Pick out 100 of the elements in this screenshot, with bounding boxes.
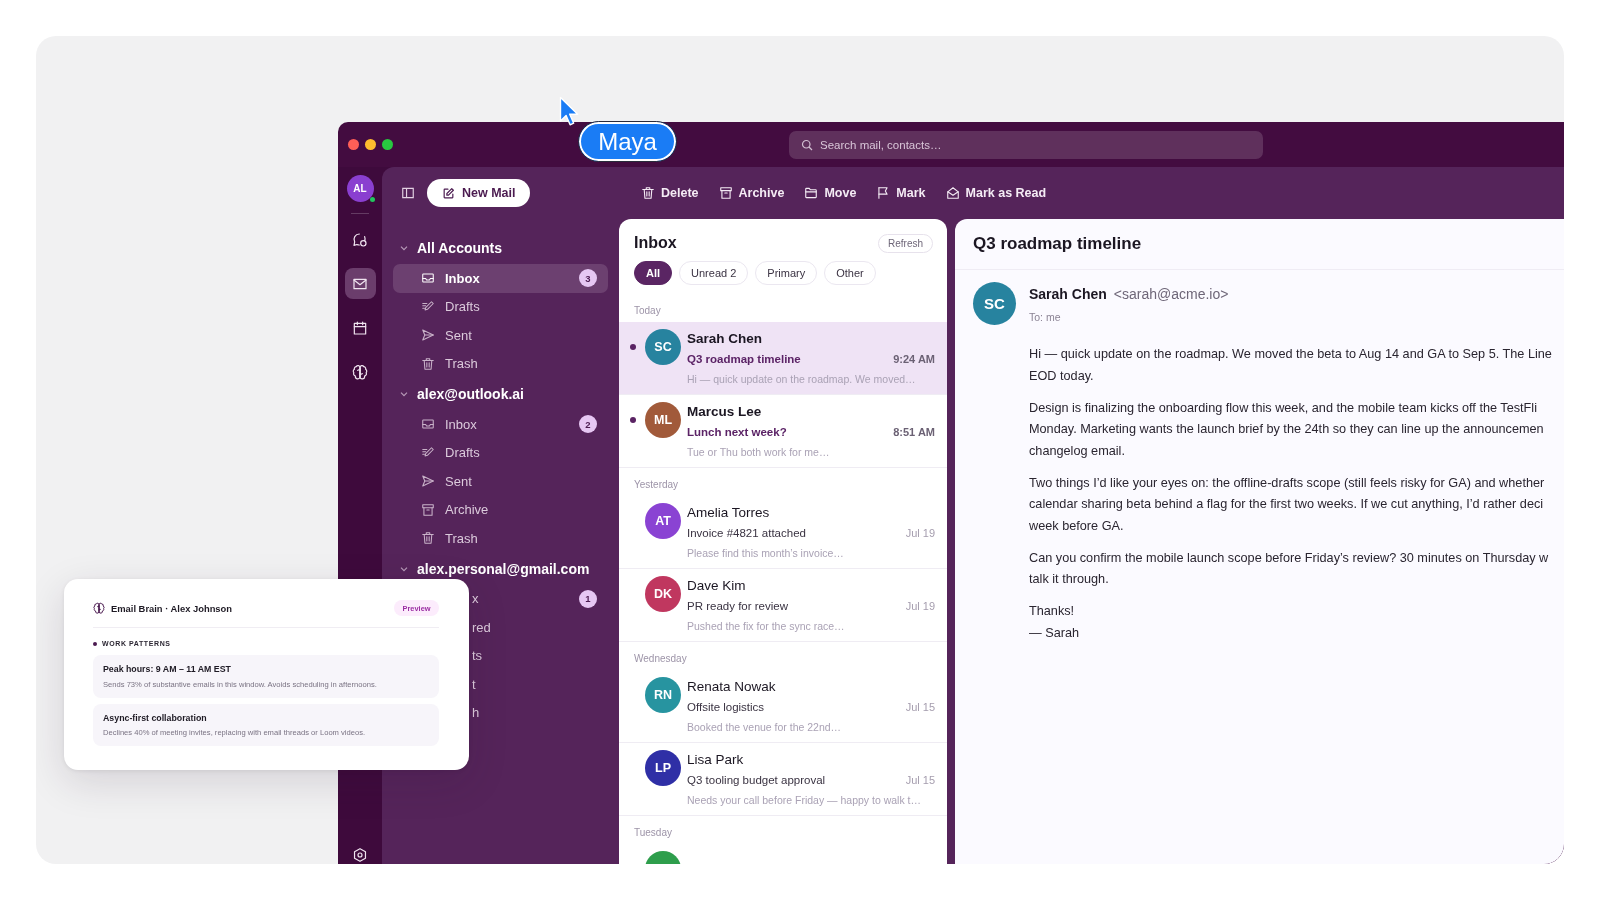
unread-count: 3: [579, 269, 597, 288]
move-button[interactable]: Move: [804, 186, 857, 200]
email-subject: Invoice #4821 attached: [687, 526, 806, 541]
sidebar-panel-icon: [401, 186, 415, 200]
folder-item[interactable]: h: [470, 698, 608, 727]
email-time: 8:51 AM: [893, 425, 935, 440]
message-paragraph: Hi — quick update on the roadmap. We moved the beta to Aug 14 and GA to Sep 5. The Line EOD today.: [1029, 346, 1552, 385]
email-subject: Offsite logistics: [687, 700, 765, 715]
email-row[interactable]: AT Amelia Torres Invoice #4821 attached Jul 19 Please find this month’s invoice…: [619, 496, 947, 569]
inbox-tray-icon: [421, 271, 435, 286]
archive-box-icon: [718, 186, 733, 200]
filter-tab[interactable]: Other: [824, 261, 876, 285]
email-subject: Q3 roadmap timeline: [687, 352, 801, 367]
bullet-dot-icon: [93, 642, 97, 646]
archive-button[interactable]: Archive: [718, 186, 785, 200]
flag-icon: [876, 186, 891, 200]
email-row[interactable]: DK Dave Kim PR ready for review Jul 19 Pushed the fix for the sync race…: [619, 569, 947, 642]
search-icon: [801, 138, 813, 151]
folder-item[interactable]: Sent: [393, 321, 608, 350]
account-header[interactable]: alex.personal@gmail.com: [393, 552, 608, 585]
settings-icon: [352, 847, 368, 863]
folder-icon: [804, 186, 819, 200]
message-paragraph: Two things I’d like your eyes on: the offline-drafts scope (still feels risky for GA) and whether calendar sharing beta behind a flag for the first two weeks. If we cut anything, I’d rather deci week before GA.: [1029, 474, 1546, 535]
filter-tab[interactable]: Unread 2: [679, 261, 749, 285]
inbox-tray-icon: [421, 417, 435, 432]
email-row[interactable]: LP Lisa Park Q3 tooling budget approval Jul 15 Needs your call before Friday — happy to walk t…: [619, 743, 947, 816]
message-paragraph: Can you confirm the mobile launch scope before Friday’s review? 30 minutes on Thursday w talk it through.: [1029, 549, 1550, 588]
sender-email: <sarah@acme.io>: [1113, 285, 1229, 303]
date-group-label: Wednesday: [633, 652, 688, 666]
folder-item[interactable]: Drafts: [393, 438, 608, 467]
message-paragraph: Thanks! — Sarah: [1029, 603, 1081, 642]
brain-icon: [93, 602, 105, 614]
sender-avatar: RN: [645, 677, 681, 713]
mark-as-read-button[interactable]: Mark as Read: [945, 186, 1047, 200]
email-row[interactable]: RN Renata Nowak Offsite logistics Jul 15 Booked the venue for the 22nd…: [619, 670, 947, 743]
sender-avatar: DK: [645, 576, 681, 612]
sender-avatar: AT: [645, 503, 681, 539]
date-group-label: Tuesday: [633, 826, 673, 840]
compose-icon: [442, 186, 455, 200]
trash-icon: [421, 356, 435, 371]
brain-icon: [352, 363, 368, 380]
sender-name: Lisa Park: [687, 751, 745, 769]
sender-avatar: SC: [973, 282, 1016, 325]
email-preview: Tue or Thu both work for me…: [687, 445, 831, 460]
email-subject: Q3 tooling budget approval: [687, 773, 826, 788]
folder-item[interactable]: Archive: [393, 495, 608, 524]
sender-name: Sarah Chen: [1029, 285, 1107, 303]
maximize-button[interactable]: [382, 139, 393, 150]
insight-title: Async-first collaboration: [103, 711, 208, 724]
mark-button[interactable]: Mark: [876, 186, 926, 200]
folder-item[interactable]: Sent: [393, 467, 608, 496]
sender-name: Amelia Torres: [687, 504, 771, 522]
sender-avatar: SC: [645, 329, 681, 365]
folder-item[interactable]: red: [470, 613, 608, 642]
email-row[interactable]: SC Sarah Chen Q3 roadmap timeline 9:24 AM Hi — quick update on the roadmap. We moved…: [619, 322, 947, 395]
settings-button[interactable]: [351, 846, 369, 864]
email-preview: Booked the venue for the 22nd…: [687, 720, 843, 735]
date-group-label: Yesterday: [633, 478, 680, 492]
open-envelope-icon: [945, 186, 960, 200]
user-avatar[interactable]: AL: [346, 175, 374, 202]
folder-item[interactable]: Inbox 3: [393, 264, 608, 293]
account-header[interactable]: alex@outlook.ai: [393, 378, 608, 410]
inbox-title: Inbox: [634, 234, 677, 252]
email-time: 9:24 AM: [893, 352, 935, 367]
email-preview: Hi — quick update on the roadmap. We moved…: [687, 372, 917, 387]
folder-item[interactable]: x 1: [470, 584, 608, 613]
refresh-button[interactable]: Refresh: [878, 233, 933, 253]
new-mail-button[interactable]: New Mail: [427, 179, 530, 207]
folder-item[interactable]: Trash: [393, 524, 608, 553]
email-time: Jul 15: [905, 700, 935, 715]
trash-icon: [641, 186, 655, 200]
unread-count: 2: [579, 415, 597, 434]
sender-avatar: ML: [645, 402, 681, 438]
mail-nav-button[interactable]: [344, 268, 376, 299]
filter-tab[interactable]: Primary: [755, 261, 818, 285]
close-button[interactable]: [348, 139, 359, 150]
folder-item[interactable]: Inbox 2: [393, 410, 608, 439]
folder-item[interactable]: ts: [470, 641, 608, 670]
filter-tab[interactable]: All: [634, 261, 673, 285]
sender-avatar: LP: [645, 750, 681, 786]
sender-name: Marcus Lee: [687, 403, 763, 421]
email-time: Jul 19: [905, 526, 935, 541]
delete-button[interactable]: Delete: [641, 186, 699, 200]
folder-item[interactable]: Drafts: [393, 292, 608, 321]
email-row[interactable]: ML Marcus Lee Lunch next week? 8:51 AM Tue or Thu both work for me…: [619, 395, 947, 468]
pointer-cursor-icon: [559, 96, 579, 127]
collaborator-name-tag: Maya: [578, 121, 677, 162]
folder-item[interactable]: Trash: [393, 349, 608, 378]
minimize-button[interactable]: [365, 139, 376, 150]
archive-box-icon: [421, 502, 435, 517]
email-time: Jul 19: [905, 599, 935, 614]
folder-item[interactable]: t: [470, 670, 608, 699]
account-header[interactable]: All Accounts: [393, 232, 608, 264]
recipient-line: To: me: [1029, 310, 1062, 324]
paper-plane-icon: [421, 328, 435, 343]
calendar-icon: [352, 319, 368, 336]
message-paragraph: Design is finalizing the onboarding flow this week, and the mobile team kicks off the TestFli Monday. Marketing wants the launch brief by the 24th so they can line up the announcemen changelog email.: [1029, 399, 1545, 460]
card-title: Email Brain · Alex Johnson: [111, 602, 233, 614]
insight-title: Peak hours: 9 AM – 11 AM EST: [103, 663, 232, 675]
email-subject: PR ready for review: [687, 599, 788, 614]
